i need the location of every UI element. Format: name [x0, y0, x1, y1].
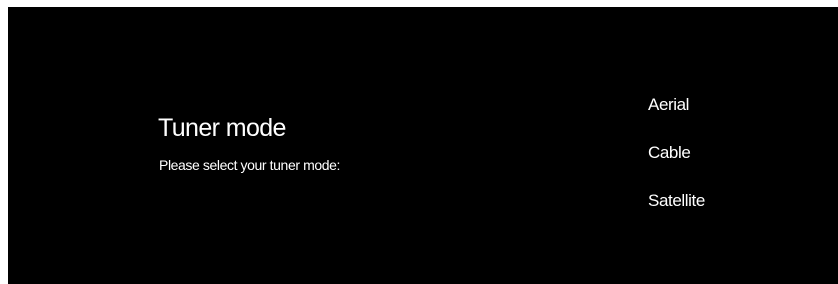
- option-cable[interactable]: Cable: [648, 141, 705, 189]
- page-subtitle: Please select your tuner mode:: [159, 157, 340, 173]
- page-title: Tuner mode: [158, 114, 286, 142]
- tuner-mode-screen: Tuner mode Please select your tuner mode…: [8, 7, 838, 284]
- option-aerial[interactable]: Aerial: [648, 93, 705, 141]
- option-satellite[interactable]: Satellite: [648, 189, 705, 237]
- tuner-mode-options: Aerial Cable Satellite: [648, 93, 705, 237]
